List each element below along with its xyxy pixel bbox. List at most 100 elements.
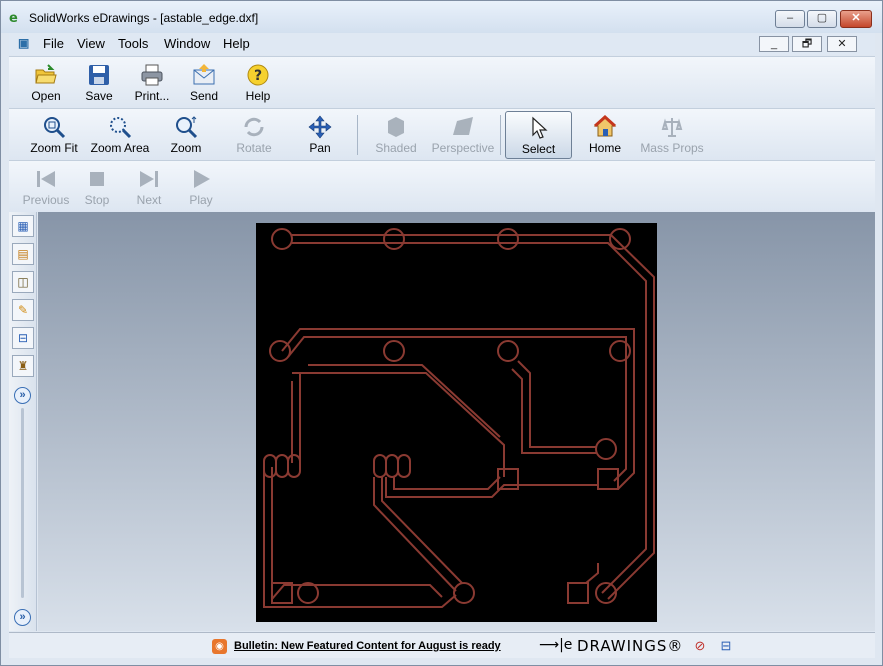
select-label: Select <box>521 142 556 156</box>
shaded-icon <box>388 117 404 137</box>
open-folder-icon <box>35 64 57 84</box>
previous-label: Previous <box>22 193 70 207</box>
next-button[interactable]: Next <box>131 163 167 211</box>
edrawings-logo-text: DRAWINGS® <box>577 637 684 655</box>
zoom-area-icon <box>110 117 132 139</box>
mass-props-icon <box>661 118 683 137</box>
maximize-button[interactable]: ▢ <box>807 10 837 28</box>
save-icon <box>89 65 109 85</box>
markup-pen-icon[interactable]: ✎ <box>12 299 34 321</box>
select-cursor-icon <box>531 116 548 139</box>
no-entry-icon[interactable]: ⊘ <box>692 638 708 654</box>
panel-splitter[interactable] <box>21 408 24 598</box>
open-label: Open <box>31 89 61 103</box>
zoom-fit-icon <box>44 117 66 139</box>
home-label: Home <box>588 141 621 155</box>
toolbar-separator <box>500 115 501 155</box>
doc-close-button[interactable]: ✕ <box>827 36 857 52</box>
stamp-icon[interactable]: ♜ <box>12 355 34 377</box>
menu-window[interactable]: Window <box>164 36 210 51</box>
pcb-trace-drawing <box>263 228 655 608</box>
zoom-area-label: Zoom Area <box>90 141 150 155</box>
sheets-icon[interactable]: ▦ <box>12 215 34 237</box>
menu-file[interactable]: File <box>43 36 64 51</box>
title-bar: e SolidWorks eDrawings - [astable_edge.d… <box>1 1 882 33</box>
play-button[interactable]: Play <box>185 163 217 211</box>
doc-minimize-button[interactable]: _ <box>759 36 789 52</box>
perspective-button[interactable]: Perspective <box>431 111 495 159</box>
select-button[interactable]: Select <box>505 111 572 159</box>
perspective-icon <box>453 117 473 135</box>
document-icon[interactable]: ▣ <box>18 36 34 51</box>
previous-icon <box>37 171 55 187</box>
menu-view[interactable]: View <box>77 36 105 51</box>
previous-button[interactable]: Previous <box>21 163 71 211</box>
view-toolbar: Zoom Fit Zoom Area Zoom Rotate Pan Shade… <box>9 108 875 160</box>
zoom-icon <box>176 116 198 139</box>
pan-label: Pan <box>309 141 331 155</box>
zoom-fit-button[interactable]: Zoom Fit <box>27 111 81 159</box>
send-button[interactable]: Send <box>183 59 225 107</box>
file-toolbar: Open Save Print... Send ? Help <box>9 56 875 108</box>
open-button[interactable]: Open <box>23 59 69 107</box>
home-button[interactable]: Home <box>583 111 627 159</box>
pan-button[interactable]: Pan <box>299 111 341 159</box>
mass-props-button[interactable]: Mass Props <box>639 111 705 159</box>
menu-bar: ▣ File View Tools Window Help _ 🗗 ✕ <box>9 33 875 55</box>
expand-panel-icon[interactable]: » <box>14 387 31 404</box>
status-bar: ◉ Bulletin: New Featured Content for Aug… <box>9 632 875 658</box>
expand-bottom-icon[interactable]: » <box>14 609 31 626</box>
edrawings-logo-arrow: ⟶|e <box>539 637 573 653</box>
home-icon <box>593 115 617 137</box>
zoom-button[interactable]: Zoom <box>167 111 205 159</box>
menu-help[interactable]: Help <box>223 36 250 51</box>
window-title: SolidWorks eDrawings - [astable_edge.dxf… <box>29 11 259 25</box>
drawing-viewport[interactable] <box>38 212 875 631</box>
minimize-button[interactable]: – <box>775 10 805 28</box>
bulletin-link[interactable]: Bulletin: New Featured Content for Augus… <box>234 640 501 652</box>
layers-icon[interactable]: ▤ <box>12 243 34 265</box>
help-icon: ? <box>247 64 269 86</box>
zoom-fit-label: Zoom Fit <box>30 141 78 155</box>
rotate-button[interactable]: Rotate <box>233 111 275 159</box>
zoom-area-button[interactable]: Zoom Area <box>89 111 151 159</box>
play-icon <box>194 170 210 188</box>
edrawings-window: e SolidWorks eDrawings - [astable_edge.d… <box>0 0 883 666</box>
help-button[interactable]: ? Help <box>237 59 279 107</box>
svg-text:?: ? <box>254 68 262 84</box>
print-icon <box>141 64 163 86</box>
pan-icon <box>308 115 332 139</box>
dxf-drawing-area[interactable] <box>256 223 657 622</box>
rotate-label: Rotate <box>236 141 272 155</box>
play-label: Play <box>189 193 213 207</box>
mass-props-label: Mass Props <box>640 141 704 155</box>
measure-tape-icon[interactable]: ⊟ <box>718 638 734 654</box>
send-icon <box>193 64 215 85</box>
send-label: Send <box>189 89 219 103</box>
close-button[interactable]: ✕ <box>840 10 872 28</box>
help-label: Help <box>245 89 271 103</box>
print-button[interactable]: Print... <box>129 59 175 107</box>
stop-button[interactable]: Stop <box>79 163 115 211</box>
doc-restore-button[interactable]: 🗗 <box>792 36 822 52</box>
rss-feed-icon[interactable]: ◉ <box>212 639 227 654</box>
playback-toolbar: Previous Stop Next Play <box>9 160 875 212</box>
stop-label: Stop <box>84 193 110 207</box>
shaded-label: Shaded <box>375 141 417 155</box>
edrawings-app-icon: e <box>9 11 18 26</box>
save-button[interactable]: Save <box>79 59 119 107</box>
zoom-label: Zoom <box>170 141 202 155</box>
next-icon <box>140 171 158 187</box>
perspective-label: Perspective <box>431 141 495 155</box>
rotate-icon <box>244 117 264 137</box>
save-label: Save <box>85 89 113 103</box>
next-label: Next <box>136 193 162 207</box>
toolbar-separator <box>357 115 358 155</box>
components-icon[interactable]: ◫ <box>12 271 34 293</box>
measure-icon[interactable]: ⊟ <box>12 327 34 349</box>
print-label: Print... <box>134 89 170 103</box>
menu-tools[interactable]: Tools <box>118 36 148 51</box>
shaded-button[interactable]: Shaded <box>373 111 419 159</box>
side-tool-strip: ▦ ▤ ◫ ✎ ⊟ ♜ » » <box>9 212 37 631</box>
stop-icon <box>90 172 104 186</box>
